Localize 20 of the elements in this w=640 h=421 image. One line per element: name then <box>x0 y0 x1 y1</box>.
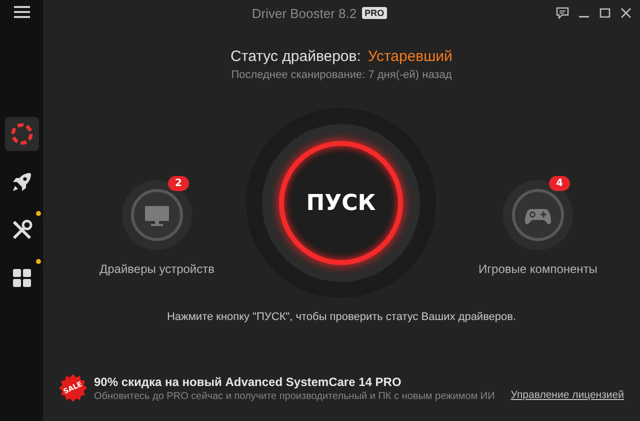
close-icon[interactable] <box>620 7 632 19</box>
edition-badge: PRO <box>362 7 388 19</box>
app-title: Driver Booster 8.2 <box>252 6 357 20</box>
category-label: Драйверы устройств <box>99 262 214 276</box>
status-label: Статус драйверов: <box>230 48 361 65</box>
promo-title: 90% скидка на новый Advanced SystemCare 14 PRO <box>94 374 402 388</box>
category-label: Игровые компоненты <box>478 262 598 276</box>
maximize-icon[interactable] <box>599 7 611 19</box>
count-badge: 2 <box>168 176 189 191</box>
menu-icon[interactable] <box>14 5 30 19</box>
count-badge: 4 <box>549 176 570 191</box>
hint-text: Нажмите кнопку "ПУСК", чтобы проверить статус Ваших драйверов. <box>166 311 516 323</box>
scan-ring-icon <box>10 122 34 146</box>
license-link[interactable]: Управление лицензией <box>510 389 624 401</box>
scan-button[interactable]: ПУСК <box>279 141 403 265</box>
monitor-icon <box>143 203 171 227</box>
last-scan-text: Последнее сканирование: 7 дня(-ей) назад <box>231 69 452 81</box>
status-value: Устаревший <box>368 48 452 65</box>
promo-subtitle: Обновитесь до PRO сейчас и получите производительный и ПК с новым режимом ИИ <box>94 390 496 402</box>
feedback-icon[interactable] <box>556 7 569 19</box>
